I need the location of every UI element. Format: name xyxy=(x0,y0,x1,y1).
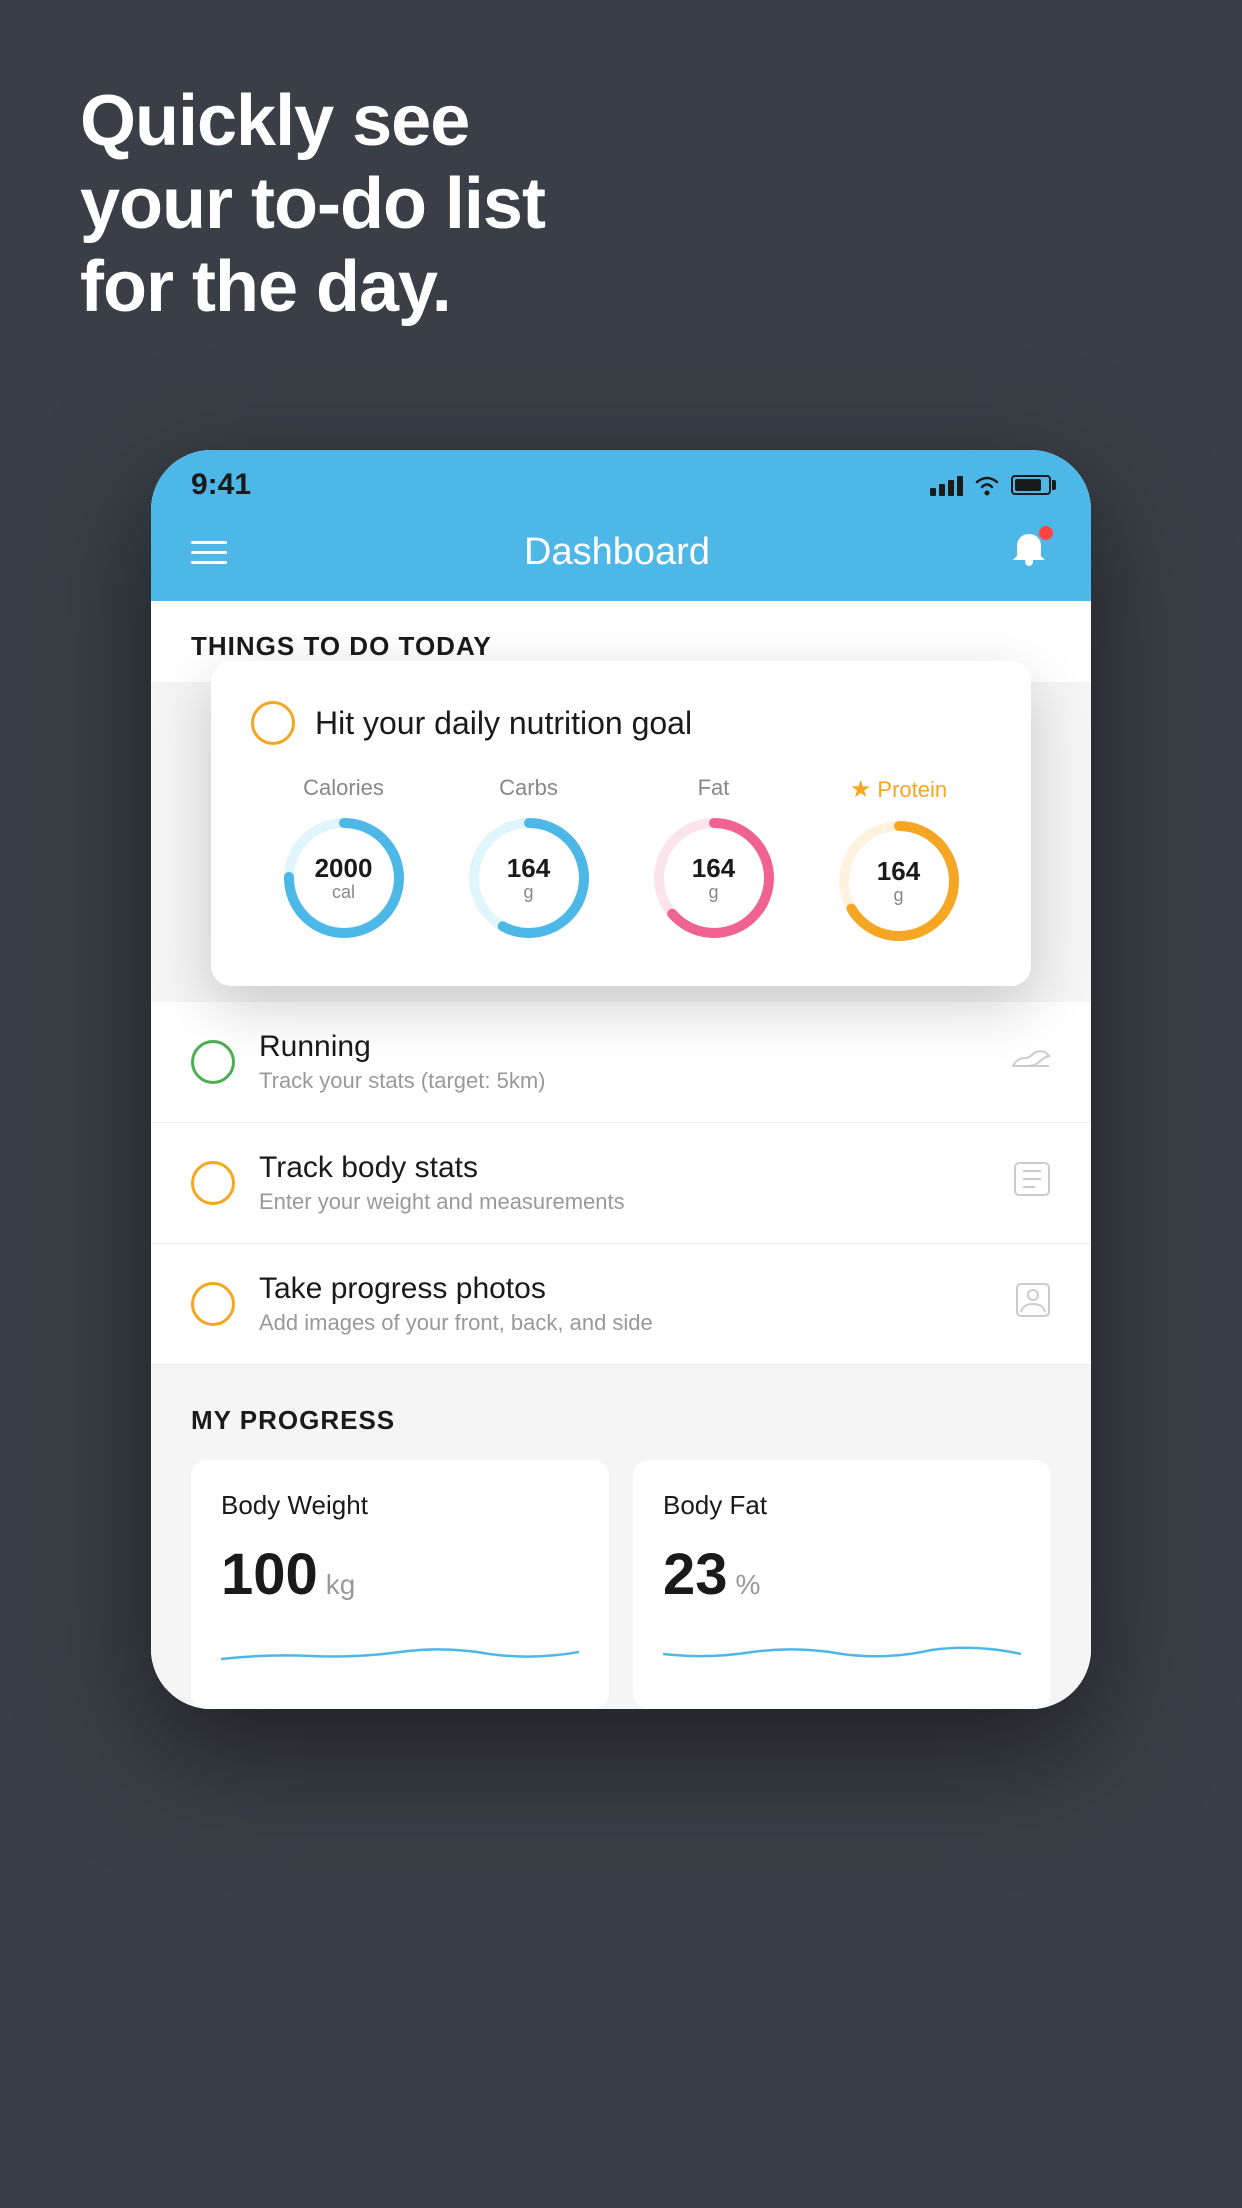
protein-ring: 164 g xyxy=(834,816,964,946)
body-stats-name: Track body stats xyxy=(259,1151,1013,1185)
todo-item-running[interactable]: Running Track your stats (target: 5km) xyxy=(151,1002,1091,1123)
protein-value: 164 xyxy=(877,857,920,886)
headline-line1: Quickly see xyxy=(80,80,545,163)
fat-value: 164 xyxy=(692,854,735,883)
protein-label: Protein xyxy=(877,777,947,803)
body-fat-value-row: 23 % xyxy=(663,1541,1021,1608)
nutrition-card: Hit your daily nutrition goal Calories 2… xyxy=(211,661,1031,986)
running-text: Running Track your stats (target: 5km) xyxy=(259,1030,1011,1094)
notification-dot xyxy=(1039,526,1053,540)
fat-label: Fat xyxy=(698,775,730,801)
calories-label: Calories xyxy=(303,775,384,801)
fat-ring: 164 g xyxy=(649,813,779,943)
todo-list: Running Track your stats (target: 5km) T… xyxy=(151,1002,1091,1365)
nutrition-circles: Calories 2000 cal Carbs xyxy=(251,775,991,946)
body-weight-value: 100 xyxy=(221,1541,318,1608)
progress-cards: Body Weight 100 kg Body Fat 23 % xyxy=(191,1460,1051,1709)
running-checkbox[interactable] xyxy=(191,1040,235,1084)
person-photo-icon xyxy=(1015,1282,1051,1327)
running-shoe-icon xyxy=(1011,1041,1051,1083)
phone-mockup: 9:41 Dashboard xyxy=(151,450,1091,1709)
calories-value: 2000 xyxy=(315,854,373,883)
photos-text: Take progress photos Add images of your … xyxy=(259,1272,1015,1336)
nutrition-checkbox[interactable] xyxy=(251,701,295,745)
nutrition-calories: Calories 2000 cal xyxy=(279,775,409,943)
photos-name: Take progress photos xyxy=(259,1272,1015,1306)
notification-bell-button[interactable] xyxy=(1007,528,1051,577)
headline: Quickly see your to-do list for the day. xyxy=(80,80,545,328)
todo-item-photos[interactable]: Take progress photos Add images of your … xyxy=(151,1244,1091,1365)
wifi-icon xyxy=(973,474,1001,496)
body-fat-title: Body Fat xyxy=(663,1490,1021,1521)
nutrition-protein: ★ Protein 164 g xyxy=(834,775,964,946)
status-icons xyxy=(930,474,1051,496)
body-stats-text: Track body stats Enter your weight and m… xyxy=(259,1151,1013,1215)
header-title: Dashboard xyxy=(524,531,710,574)
body-weight-title: Body Weight xyxy=(221,1490,579,1521)
scale-icon xyxy=(1013,1161,1051,1206)
status-bar: 9:41 xyxy=(151,450,1091,512)
headline-line2: your to-do list xyxy=(80,163,545,246)
hamburger-menu-icon[interactable] xyxy=(191,541,227,564)
body-weight-unit: kg xyxy=(326,1569,356,1601)
signal-bars-icon xyxy=(930,474,963,496)
body-weight-card: Body Weight 100 kg xyxy=(191,1460,609,1709)
carbs-label: Carbs xyxy=(499,775,558,801)
body-weight-value-row: 100 kg xyxy=(221,1541,579,1608)
body-fat-value: 23 xyxy=(663,1541,728,1608)
fat-unit: g xyxy=(692,882,735,902)
body-stats-checkbox[interactable] xyxy=(191,1161,235,1205)
battery-icon xyxy=(1011,475,1051,495)
carbs-ring: 164 g xyxy=(464,813,594,943)
carbs-value: 164 xyxy=(507,854,550,883)
progress-title: MY PROGRESS xyxy=(191,1405,1051,1436)
photos-checkbox[interactable] xyxy=(191,1282,235,1326)
app-content: THINGS TO DO TODAY Hit your daily nutrit… xyxy=(151,601,1091,1709)
calories-ring: 2000 cal xyxy=(279,813,409,943)
body-weight-chart xyxy=(221,1624,579,1674)
progress-section: MY PROGRESS Body Weight 100 kg Body Fat xyxy=(151,1365,1091,1709)
nutrition-card-title: Hit your daily nutrition goal xyxy=(315,705,692,742)
things-to-do-title: THINGS TO DO TODAY xyxy=(191,631,492,661)
app-header: Dashboard xyxy=(151,512,1091,601)
nutrition-carbs: Carbs 164 g xyxy=(464,775,594,943)
photos-desc: Add images of your front, back, and side xyxy=(259,1310,1015,1336)
headline-line3: for the day. xyxy=(80,246,545,329)
card-header: Hit your daily nutrition goal xyxy=(251,701,991,745)
running-name: Running xyxy=(259,1030,1011,1064)
nutrition-fat: Fat 164 g xyxy=(649,775,779,943)
body-fat-chart xyxy=(663,1624,1021,1674)
protein-star-icon: ★ xyxy=(850,775,872,804)
protein-unit: g xyxy=(877,885,920,905)
status-time: 9:41 xyxy=(191,468,251,502)
body-fat-unit: % xyxy=(736,1569,761,1601)
carbs-unit: g xyxy=(507,882,550,902)
running-desc: Track your stats (target: 5km) xyxy=(259,1068,1011,1094)
todo-item-body-stats[interactable]: Track body stats Enter your weight and m… xyxy=(151,1123,1091,1244)
calories-unit: cal xyxy=(315,882,373,902)
body-stats-desc: Enter your weight and measurements xyxy=(259,1189,1013,1215)
body-fat-card: Body Fat 23 % xyxy=(633,1460,1051,1709)
